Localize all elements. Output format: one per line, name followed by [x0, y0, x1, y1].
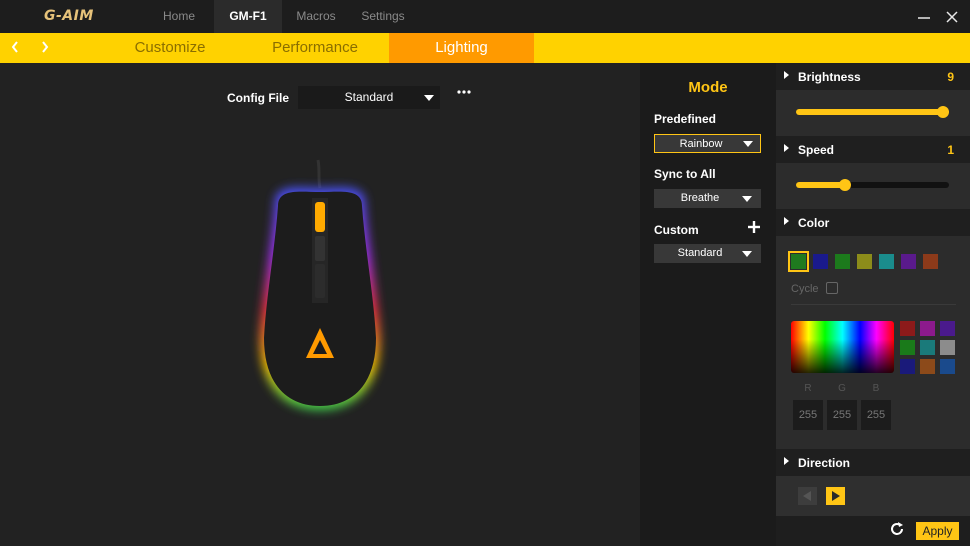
color-swatch[interactable]: [901, 254, 916, 269]
speed-slider-fill: [796, 182, 845, 188]
speed-slider[interactable]: [796, 179, 949, 191]
chevron-down-icon: [742, 196, 752, 202]
sync-to-all-label: Sync to All: [654, 167, 716, 181]
color-label: Color: [798, 216, 830, 230]
chevron-down-icon: [743, 141, 753, 147]
palette-swatch[interactable]: [920, 340, 935, 355]
sync-to-all-value: Breathe: [680, 192, 720, 204]
palette-swatch[interactable]: [920, 321, 935, 336]
cycle-checkbox[interactable]: [826, 282, 838, 294]
more-icon[interactable]: [457, 85, 471, 102]
mouse-image: [240, 158, 400, 428]
rgb-b-input[interactable]: 255: [861, 400, 891, 430]
palette-swatch[interactable]: [940, 340, 955, 355]
palette-swatch[interactable]: [900, 359, 915, 374]
custom-select[interactable]: Standard: [654, 244, 761, 263]
mode-panel: Mode Predefined Rainbow Sync to All Brea…: [640, 63, 776, 546]
config-file-label: Config File: [227, 91, 289, 105]
brightness-slider[interactable]: [796, 106, 949, 118]
color-header[interactable]: Color: [776, 209, 970, 236]
brightness-body: [776, 90, 970, 136]
chevron-down-icon: [742, 251, 752, 257]
color-swatch[interactable]: [835, 254, 850, 269]
predefined-label: Predefined: [654, 112, 717, 126]
nav-tab-macros[interactable]: Macros: [288, 0, 344, 33]
speed-header[interactable]: Speed 1: [776, 136, 970, 163]
predefined-select[interactable]: Rainbow: [654, 134, 761, 153]
expand-arrow-icon: [784, 457, 789, 465]
color-swatch[interactable]: [788, 251, 809, 272]
tab-customize[interactable]: Customize: [100, 33, 240, 63]
plus-icon[interactable]: [747, 219, 761, 239]
title-bar: G-AIM Home GM-F1 Macros Settings: [0, 0, 970, 33]
rgb-b-label: B: [872, 383, 880, 394]
palette-swatch[interactable]: [900, 340, 915, 355]
refresh-icon[interactable]: [889, 521, 905, 542]
tab-lighting[interactable]: Lighting: [389, 33, 534, 63]
palette-swatch[interactable]: [900, 321, 915, 336]
expand-arrow-icon: [784, 144, 789, 152]
speed-body: [776, 163, 970, 209]
cycle-label: Cycle: [791, 283, 819, 295]
nav-tab-gm-f1[interactable]: GM-F1: [214, 0, 282, 33]
rgb-g-input[interactable]: 255: [827, 400, 857, 430]
play-right-icon[interactable]: [826, 487, 845, 505]
close-icon[interactable]: [946, 6, 958, 32]
sync-to-all-select[interactable]: Breathe: [654, 189, 761, 208]
color-swatch[interactable]: [857, 254, 872, 269]
play-left-icon[interactable]: [798, 487, 817, 505]
nav-tab-settings[interactable]: Settings: [352, 0, 414, 33]
lighting-settings-panel: Brightness 9 Speed 1 Color Cycle R G B 2…: [776, 63, 970, 546]
nav-tab-home[interactable]: Home: [150, 0, 208, 33]
apply-button[interactable]: Apply: [916, 522, 959, 540]
palette-swatch[interactable]: [920, 359, 935, 374]
app-logo: G-AIM: [44, 8, 94, 24]
device-preview-area: Config File Standard: [0, 63, 640, 546]
speed-slider-handle[interactable]: [838, 179, 851, 191]
palette-swatch[interactable]: [940, 359, 955, 374]
palette-swatch[interactable]: [940, 321, 955, 336]
color-swatch[interactable]: [879, 254, 894, 269]
config-file-select[interactable]: Standard: [298, 86, 440, 109]
direction-label: Direction: [798, 456, 851, 470]
speed-label: Speed: [798, 143, 835, 157]
chevron-down-icon: [424, 95, 434, 101]
minimize-icon[interactable]: [918, 6, 930, 32]
mode-title: Mode: [688, 79, 728, 96]
custom-value: Standard: [677, 247, 723, 259]
expand-arrow-icon: [784, 217, 789, 225]
brightness-slider-handle[interactable]: [937, 106, 949, 118]
chevron-right-icon[interactable]: [40, 39, 50, 58]
config-file-value: Standard: [344, 90, 394, 104]
custom-label: Custom: [654, 223, 699, 237]
rgb-r-input[interactable]: 255: [793, 400, 823, 430]
rgb-g-label: G: [838, 383, 846, 394]
sub-tab-bar: Customize Performance Lighting: [0, 33, 970, 63]
brightness-header[interactable]: Brightness 9: [776, 63, 970, 90]
color-swatch[interactable]: [813, 254, 828, 269]
speed-value: 1: [947, 143, 954, 157]
color-spectrum-picker[interactable]: [791, 321, 894, 373]
chevron-left-icon[interactable]: [10, 39, 20, 58]
color-divider: [791, 304, 956, 305]
brightness-label: Brightness: [798, 70, 861, 84]
expand-arrow-icon: [784, 71, 789, 79]
direction-header[interactable]: Direction: [776, 449, 970, 476]
rgb-r-label: R: [804, 383, 812, 394]
tab-performance[interactable]: Performance: [244, 33, 386, 63]
predefined-value: Rainbow: [679, 138, 723, 150]
brightness-value: 9: [947, 70, 954, 84]
brightness-slider-fill: [796, 109, 949, 115]
color-swatch[interactable]: [923, 254, 938, 269]
